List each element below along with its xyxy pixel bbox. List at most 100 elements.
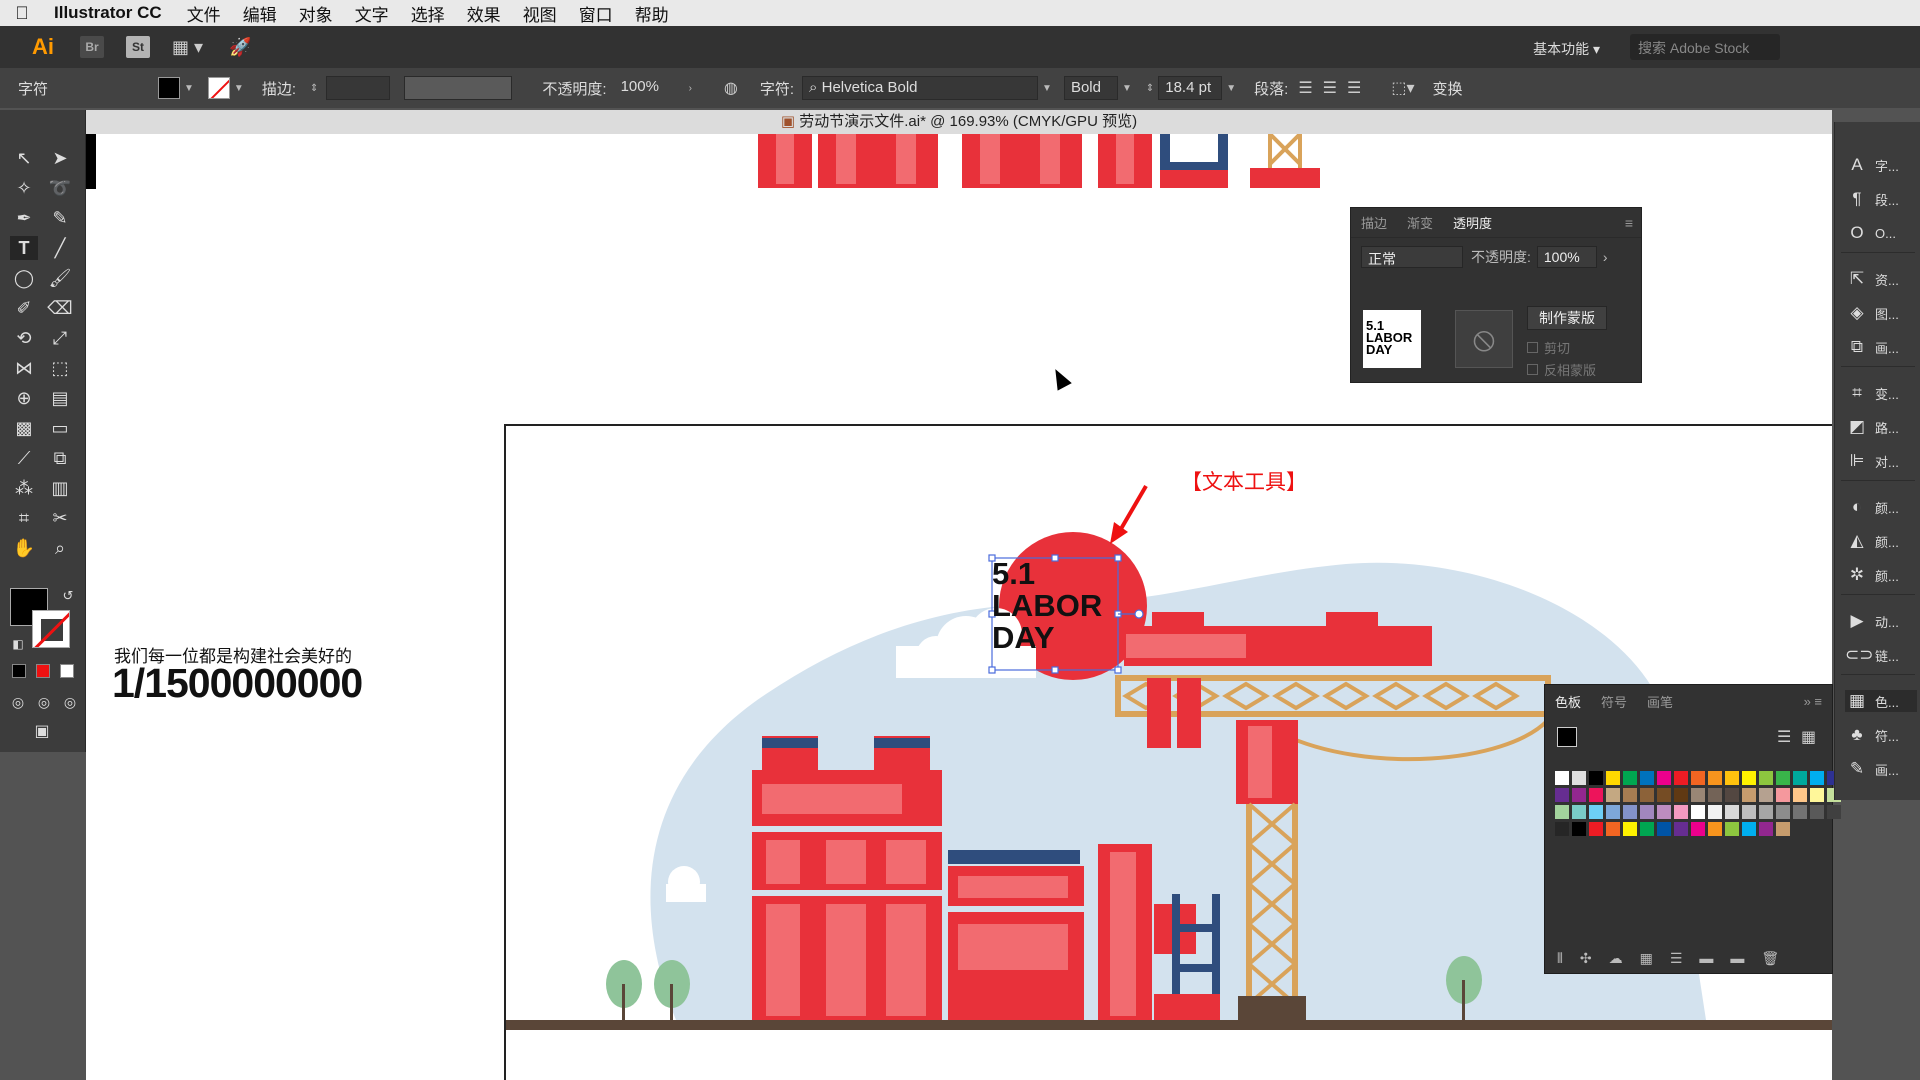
- color-swatch[interactable]: [1589, 788, 1603, 802]
- swatches-menu-icon[interactable]: » ≡: [1804, 694, 1822, 709]
- color-swatch[interactable]: [1776, 771, 1790, 785]
- align-right-icon[interactable]: ☰: [1347, 78, 1361, 98]
- variable-width-profile[interactable]: [404, 76, 513, 100]
- swatch-list-view-icon[interactable]: ☰: [1777, 727, 1791, 747]
- color-swatch[interactable]: [1606, 771, 1620, 785]
- font-style-field[interactable]: Bold: [1063, 76, 1118, 100]
- color-swatch[interactable]: [1793, 788, 1807, 802]
- tab-brushes[interactable]: 画笔: [1637, 692, 1683, 711]
- color-swatch[interactable]: [1674, 788, 1688, 802]
- color-swatch[interactable]: [1589, 805, 1603, 819]
- color-swatch[interactable]: [1691, 788, 1705, 802]
- color-swatch[interactable]: [1810, 805, 1824, 819]
- color-swatch[interactable]: [1827, 805, 1841, 819]
- perspective-grid-tool-icon[interactable]: ▤: [46, 386, 74, 410]
- transform-button[interactable]: 变换: [1433, 78, 1463, 99]
- gradient-mode-icon[interactable]: [36, 664, 50, 678]
- tab-gradient[interactable]: 渐变: [1397, 213, 1443, 232]
- color-swatch[interactable]: [1708, 788, 1722, 802]
- tab-symbols[interactable]: 符号: [1591, 692, 1637, 711]
- color-swatch[interactable]: [1810, 788, 1824, 802]
- dock-align[interactable]: ⊫ 对...: [1845, 450, 1917, 472]
- menu-view[interactable]: 视图: [512, 1, 568, 26]
- dock-color[interactable]: ◐ 颜...: [1845, 496, 1917, 518]
- color-swatch[interactable]: [1691, 822, 1705, 836]
- color-swatch[interactable]: [1657, 788, 1671, 802]
- color-swatch[interactable]: [1810, 771, 1824, 785]
- opacity-flyout-icon[interactable]: ›: [689, 83, 692, 94]
- color-swatch[interactable]: [1725, 788, 1739, 802]
- tab-swatches[interactable]: 色板: [1545, 692, 1591, 711]
- swatch-fill-stroke-icon[interactable]: [1557, 727, 1577, 747]
- lasso-tool-icon[interactable]: ➰: [46, 176, 74, 200]
- scale-tool-icon[interactable]: ⤢: [46, 326, 74, 350]
- menu-file[interactable]: 文件: [176, 1, 232, 26]
- draw-inside-icon[interactable]: ◎: [56, 690, 84, 714]
- tab-stroke[interactable]: 描边: [1351, 213, 1397, 232]
- shape-builder-tool-icon[interactable]: ⊕: [10, 386, 38, 410]
- menu-edit[interactable]: 编辑: [232, 1, 288, 26]
- stroke-box[interactable]: [32, 610, 70, 648]
- color-swatch[interactable]: [1759, 822, 1773, 836]
- color-swatch[interactable]: [1657, 805, 1671, 819]
- color-swatch[interactable]: [1623, 805, 1637, 819]
- color-swatch[interactable]: [1657, 822, 1671, 836]
- menu-effect[interactable]: 效果: [456, 1, 512, 26]
- panel-menu-icon[interactable]: ≡: [1625, 215, 1633, 231]
- free-transform-tool-icon[interactable]: ⬚: [46, 356, 74, 380]
- color-swatch[interactable]: [1759, 805, 1773, 819]
- default-fill-stroke-icon[interactable]: ◧: [4, 632, 32, 656]
- color-swatch[interactable]: [1691, 805, 1705, 819]
- dock-assets[interactable]: ⇱ 资...: [1845, 268, 1917, 290]
- color-swatch[interactable]: [1742, 822, 1756, 836]
- mesh-tool-icon[interactable]: ▩: [10, 416, 38, 440]
- font-size-dropdown-icon[interactable]: ▼: [1226, 83, 1236, 94]
- slice-tool-icon[interactable]: ✂: [46, 506, 74, 530]
- menu-window[interactable]: 窗口: [568, 1, 624, 26]
- screen-mode-icon[interactable]: ▣: [28, 720, 56, 744]
- color-swatch[interactable]: [1674, 822, 1688, 836]
- eraser-tool-icon[interactable]: ⌫: [46, 296, 74, 320]
- color-swatch[interactable]: [1776, 805, 1790, 819]
- align-center-icon[interactable]: ☰: [1323, 78, 1337, 98]
- swatches-footer-icons[interactable]: ⫴✣☁▦☰▬▬🗑: [1557, 950, 1796, 967]
- opacity-slider-icon[interactable]: ›: [1603, 249, 1608, 265]
- color-swatch[interactable]: [1572, 788, 1586, 802]
- color-swatch[interactable]: [1572, 805, 1586, 819]
- color-swatch[interactable]: [1640, 805, 1654, 819]
- dock-artboards[interactable]: ⧉ 画...: [1845, 336, 1917, 358]
- menu-type[interactable]: 文字: [344, 1, 400, 26]
- font-family-field[interactable]: ⌕ Helvetica Bold: [802, 76, 1039, 100]
- dock-pathfinder[interactable]: ◩ 路...: [1845, 416, 1917, 438]
- make-mask-button[interactable]: 制作蒙版: [1527, 306, 1607, 330]
- color-swatch[interactable]: [1691, 771, 1705, 785]
- recolor-artwork-icon[interactable]: ◍: [724, 78, 738, 98]
- align-objects-icon[interactable]: ⬚▾: [1391, 78, 1414, 98]
- color-swatch[interactable]: [1759, 788, 1773, 802]
- color-swatch[interactable]: [1742, 805, 1756, 819]
- draw-behind-icon[interactable]: ◎: [30, 690, 58, 714]
- tab-transparency[interactable]: 透明度: [1443, 213, 1502, 232]
- artboard-tool-icon[interactable]: ⌗: [10, 506, 38, 530]
- color-swatch[interactable]: [1742, 788, 1756, 802]
- color-swatch[interactable]: [1725, 771, 1739, 785]
- font-style-dropdown-icon[interactable]: ▼: [1122, 83, 1132, 94]
- direct-selection-tool-icon[interactable]: ➤: [46, 146, 74, 170]
- color-swatch[interactable]: [1674, 771, 1688, 785]
- color-swatch[interactable]: [1708, 771, 1722, 785]
- bridge-button[interactable]: Br: [80, 36, 104, 58]
- color-swatch[interactable]: [1776, 788, 1790, 802]
- width-tool-icon[interactable]: ⋈: [10, 356, 38, 380]
- color-swatch[interactable]: [1793, 771, 1807, 785]
- color-swatch[interactable]: [1776, 822, 1790, 836]
- eyedropper-tool-icon[interactable]: ⟋: [10, 446, 38, 470]
- color-swatch[interactable]: [1725, 805, 1739, 819]
- mask-thumbnail[interactable]: ⦸: [1455, 310, 1513, 368]
- swap-fill-stroke-icon[interactable]: ↺: [54, 584, 82, 608]
- paintbrush-tool-icon[interactable]: 🖌: [46, 266, 74, 290]
- color-swatch[interactable]: [1640, 822, 1654, 836]
- color-swatch[interactable]: [1555, 788, 1569, 802]
- color-swatch[interactable]: [1572, 771, 1586, 785]
- dock-transform[interactable]: ⌗ 变...: [1845, 382, 1917, 404]
- dock-opentype[interactable]: O O...: [1845, 222, 1917, 244]
